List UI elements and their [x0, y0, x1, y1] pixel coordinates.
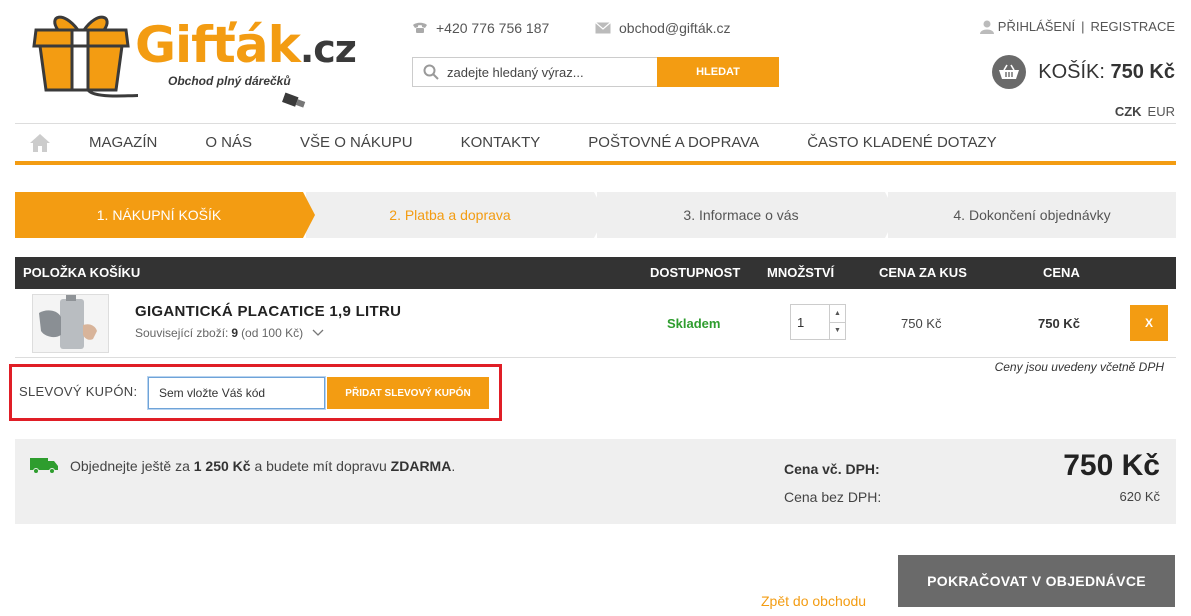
cart-total: 750 Kč [1110, 60, 1176, 83]
contact-phone[interactable]: +420 776 756 187 [412, 20, 549, 36]
coupon-label: SLEVOVÝ KUPÓN: [19, 384, 138, 399]
header-item: POLOŽKA KOŠÍKU [23, 265, 141, 280]
header-availability: DOSTUPNOST [650, 265, 741, 280]
nav-item-o-nas[interactable]: O NÁS [181, 134, 276, 151]
logo-slogan: Obchod plný dárečků [168, 74, 291, 88]
gift-box-icon [32, 15, 138, 98]
search-button[interactable]: HLEDAT [657, 57, 779, 87]
nav-item-kontakty[interactable]: KONTAKTY [437, 134, 565, 151]
quantity-up-icon[interactable]: ▲ [830, 305, 845, 323]
coupon-input[interactable] [147, 376, 326, 410]
phone-icon [413, 22, 427, 33]
header-price: CENA [1043, 265, 1080, 280]
cart-label: KOŠÍK: 750 Kč [1038, 60, 1176, 83]
product-thumbnail[interactable] [32, 294, 109, 353]
free-shipping-message: Objednejte ještě za 1 250 Kč a budete mí… [70, 458, 456, 474]
cart-table-header: POLOŽKA KOŠÍKU DOSTUPNOST MNOŽSTVÍ CENA … [15, 257, 1176, 289]
chevron-down-icon [312, 329, 324, 336]
site-logo[interactable]: Gifťák.cz Obchod plný dárečků [28, 8, 378, 108]
nav-item-magazin[interactable]: MAGAZÍN [65, 134, 181, 151]
home-link[interactable] [15, 133, 65, 153]
price-without-vat-value: 620 Kč [1119, 489, 1160, 504]
quantity-input[interactable] [791, 305, 829, 339]
search-icon [423, 64, 439, 80]
register-link[interactable]: REGISTRACE [1090, 19, 1175, 34]
price-with-vat-value: 750 Kč [1063, 449, 1160, 482]
search-box [412, 57, 658, 87]
remove-item-button[interactable]: X [1130, 305, 1168, 341]
account-separator: | [1081, 19, 1085, 34]
price-with-vat-label: Cena vč. DPH: [784, 461, 880, 477]
envelope-icon [595, 22, 611, 34]
unit-price: 750 Kč [901, 316, 942, 331]
table-row: GIGANTICKÁ PLACATICE 1,9 LITRU Souvisejí… [15, 289, 1176, 358]
step-payment[interactable]: 2. Platba a doprava [306, 192, 606, 238]
quantity-stepper: ▲ ▼ [790, 304, 846, 340]
user-icon [979, 20, 994, 34]
search-input[interactable] [447, 64, 647, 80]
main-navigation: MAGAZÍN O NÁS VŠE O NÁKUPU KONTAKTY POŠT… [15, 123, 1176, 165]
product-name[interactable]: GIGANTICKÁ PLACATICE 1,9 LITRU [135, 303, 401, 320]
price-without-vat-label: Cena bez DPH: [784, 489, 882, 505]
home-icon [30, 133, 50, 152]
nav-item-vse-o-nakupu[interactable]: VŠE O NÁKUPU [276, 134, 437, 151]
step-finish: 4. Dokončení objednávky [888, 192, 1176, 238]
flask-image [33, 295, 108, 352]
quantity-down-icon[interactable]: ▼ [830, 323, 845, 340]
add-coupon-button[interactable]: PŘIDAT SLEVOVÝ KUPÓN [327, 377, 489, 409]
header-unit-price: CENA ZA KUS [879, 265, 967, 280]
usb-plug-icon [281, 92, 306, 108]
logo-wordmark: Gifťák.cz [135, 16, 357, 74]
related-products[interactable]: Související zboží: 9 (od 100 Kč) [135, 326, 324, 340]
continue-order-button[interactable]: POKRAČOVAT V OBJEDNÁVCE [898, 555, 1175, 607]
header-quantity: MNOŽSTVÍ [767, 265, 835, 280]
email-address: obchod@gifták.cz [619, 20, 731, 36]
back-to-shop-link[interactable]: Zpět do obchodu [761, 593, 866, 609]
nav-item-postovne[interactable]: POŠTOVNÉ A DOPRAVA [564, 134, 783, 151]
basket-icon [992, 55, 1027, 89]
account-links: PŘIHLÁŠENÍ | REGISTRACE [979, 19, 1175, 34]
step-info: 3. Informace o vás [597, 192, 897, 238]
contact-email[interactable]: obchod@gifták.cz [595, 20, 731, 36]
currency-eur[interactable]: EUR [1148, 104, 1175, 119]
cart-summary[interactable]: KOŠÍK: 750 Kč [992, 55, 1175, 89]
currency-switch: CZK EUR [1115, 104, 1175, 119]
order-summary: Objednejte ještě za 1 250 Kč a budete mí… [15, 439, 1176, 524]
availability-status: Skladem [667, 316, 721, 331]
checkout-steps: 1. NÁKUPNÍ KOŠÍK 2. Platba a doprava 3. … [15, 192, 1176, 238]
currency-czk[interactable]: CZK [1115, 104, 1142, 119]
line-price: 750 Kč [1038, 316, 1080, 331]
login-link[interactable]: PŘIHLÁŠENÍ [998, 19, 1075, 34]
phone-number: +420 776 756 187 [436, 20, 550, 36]
nav-item-faq[interactable]: ČASTO KLADENÉ DOTAZY [783, 134, 1021, 151]
truck-icon [30, 458, 58, 474]
step-cart: 1. NÁKUPNÍ KOŠÍK [15, 192, 315, 238]
vat-note: Ceny jsou uvedeny včetně DPH [994, 360, 1164, 374]
